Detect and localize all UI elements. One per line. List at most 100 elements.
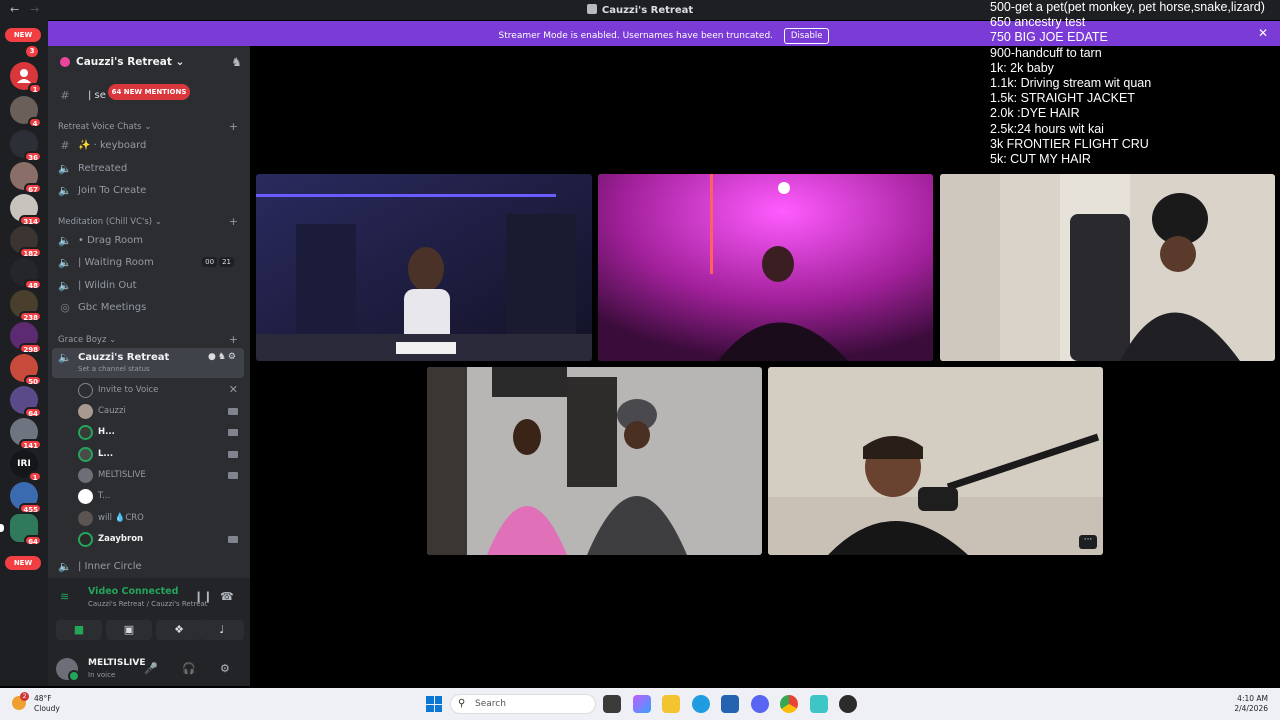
voice-member[interactable]: L... xyxy=(76,445,246,465)
new-mentions-pill[interactable]: 64 NEW MENTIONS xyxy=(108,84,190,100)
server-rail: NEW 1 3 4 36 67 314 182 48 238 298 50 64… xyxy=(0,20,48,686)
windows-start-icon[interactable] xyxy=(426,696,442,712)
microphone-icon[interactable]: 🎤 xyxy=(144,662,158,675)
channel-actions-icons[interactable]: ●♞⚙ xyxy=(208,352,238,362)
noise-suppression-icon[interactable]: ❙❙ xyxy=(194,590,212,603)
video-feed-image xyxy=(598,174,933,361)
username[interactable]: MELTISLIVE xyxy=(88,658,146,668)
channel-status[interactable]: Set a channel status xyxy=(78,365,150,373)
channel-label: Cauzzi's Retreat xyxy=(78,352,170,363)
invite-people-icon[interactable]: ♞ xyxy=(231,55,242,69)
speaker-icon: 🔈 xyxy=(58,279,72,292)
server-avatar-current[interactable]: 64 xyxy=(10,514,42,546)
video-tile[interactable] xyxy=(940,174,1275,361)
video-tile[interactable] xyxy=(598,174,933,361)
store-icon[interactable] xyxy=(721,695,739,713)
server-avatar[interactable]: 48 xyxy=(10,258,42,290)
activities-button[interactable]: ❖ xyxy=(156,620,202,640)
voice-member[interactable]: T... xyxy=(76,487,246,507)
voice-member[interactable]: Zaaybron xyxy=(76,530,246,550)
voice-member[interactable]: Cauzzi xyxy=(76,402,246,422)
camera-icon xyxy=(228,451,238,458)
soundboard-button[interactable]: ♩ xyxy=(200,620,244,640)
category-grace-boyz[interactable]: Grace Boyz ⌄ xyxy=(58,335,116,345)
weather-temp[interactable]: 48°F xyxy=(34,694,52,703)
server-avatar[interactable]: 455 xyxy=(10,482,42,514)
app-icon[interactable] xyxy=(810,695,828,713)
server-badge: 1 xyxy=(28,471,42,482)
goal-line: 2.0k :DYE HAIR xyxy=(990,106,1080,121)
server-avatar[interactable]: 64 xyxy=(10,386,42,418)
server-avatar[interactable]: 50 xyxy=(10,354,42,386)
close-icon[interactable]: ✕ xyxy=(229,383,238,396)
video-tile[interactable] xyxy=(427,367,762,555)
add-channel-icon[interactable]: + xyxy=(229,215,238,228)
add-channel-icon[interactable]: + xyxy=(229,120,238,133)
taskbar-clock[interactable]: 4:10 AM 2/4/2026 xyxy=(1234,694,1268,714)
channel-inner-circle[interactable]: 🔈 | Inner Circle xyxy=(52,557,244,577)
server-badge: 314 xyxy=(19,215,42,226)
gear-icon[interactable]: ⚙ xyxy=(220,662,230,675)
add-channel-icon[interactable]: + xyxy=(229,333,238,346)
channel-drag-room[interactable]: 🔈 • Drag Room xyxy=(52,231,244,251)
invite-to-voice[interactable]: Invite to Voice ✕ xyxy=(76,381,246,401)
voice-member[interactable]: will 💧CRO xyxy=(76,509,246,529)
channel-cauzzi-retreat[interactable]: 🔈 Cauzzi's Retreat Set a channel status ●… xyxy=(52,348,244,378)
channel-waiting-room[interactable]: 🔈 | Waiting Room 00 21 xyxy=(52,253,244,273)
channel-wildin-out[interactable]: 🔈 | Wildin Out xyxy=(52,276,244,296)
voice-location[interactable]: Cauzzi's Retreat / Cauzzi's Retreat xyxy=(88,600,208,608)
edge-icon[interactable] xyxy=(692,695,710,713)
server-avatar[interactable]: 141 xyxy=(10,418,42,450)
category-meditation[interactable]: Meditation (Chill VC's) ⌄ xyxy=(58,217,162,227)
category-retreat-voice[interactable]: Retreat Voice Chats ⌄ xyxy=(58,122,151,132)
server-avatar-iri[interactable]: IRI 1 xyxy=(10,450,42,482)
voice-status[interactable]: Video Connected xyxy=(88,586,178,597)
weather-condition[interactable]: Cloudy xyxy=(34,704,60,713)
server-avatar[interactable]: 238 xyxy=(10,290,42,322)
task-view-icon[interactable] xyxy=(603,695,621,713)
server-avatar[interactable]: 182 xyxy=(10,226,42,258)
channel-label: | Inner Circle xyxy=(78,561,142,572)
server-avatar[interactable]: 36 xyxy=(10,130,42,162)
server-avatar[interactable]: 314 xyxy=(10,194,42,226)
channel-keyboard[interactable]: # ✨ · keyboard xyxy=(52,136,244,156)
channel-gbc-meetings[interactable]: ◎ Gbc Meetings xyxy=(52,298,244,318)
channel-label: Gbc Meetings xyxy=(78,302,147,313)
avatar[interactable] xyxy=(56,658,80,682)
obs-icon[interactable] xyxy=(839,695,857,713)
disable-button[interactable]: Disable xyxy=(783,28,830,44)
channel-retreated[interactable]: 🔈 Retreated xyxy=(52,159,244,179)
server-header[interactable]: Cauzzi's Retreat ⌄ ♞ xyxy=(48,46,250,78)
screen-share-button[interactable]: ▣ xyxy=(106,620,152,640)
chrome-icon[interactable] xyxy=(780,695,798,713)
member-name: Invite to Voice xyxy=(98,385,159,395)
discord-icon[interactable] xyxy=(751,695,769,713)
signal-icon[interactable]: ≋ xyxy=(60,590,69,603)
file-explorer-icon[interactable] xyxy=(662,695,680,713)
avatar xyxy=(78,447,93,462)
invite-icon xyxy=(78,383,93,398)
camera-toggle-button[interactable]: ■ xyxy=(56,620,102,640)
disconnect-icon[interactable]: ☎ xyxy=(220,590,234,603)
headphones-icon[interactable]: 🎧 xyxy=(182,662,196,675)
voice-member[interactable]: MELTISLIVE xyxy=(76,466,246,486)
discord-window: ← → Cauzzi's Retreat NEW 1 3 4 36 67 314… xyxy=(0,0,1280,720)
new-servers-badge[interactable]: NEW xyxy=(5,28,41,42)
server-avatar[interactable]: 298 xyxy=(10,322,42,354)
server-badge: 36 xyxy=(24,151,42,162)
server-avatar[interactable]: 4 xyxy=(10,96,42,128)
server-badge: 50 xyxy=(24,375,42,386)
video-tile[interactable] xyxy=(256,174,592,361)
new-servers-badge[interactable]: NEW xyxy=(5,556,41,570)
server-avatar[interactable]: 67 xyxy=(10,162,42,194)
voice-member[interactable]: H... xyxy=(76,423,246,443)
channel-join-to-create[interactable]: 🔈 Join To Create xyxy=(52,181,244,201)
goal-line: 1.1k: Driving stream wit quan xyxy=(990,76,1152,91)
taskbar-search[interactable]: ⚲ Search xyxy=(450,694,596,714)
video-tile[interactable]: ··· xyxy=(768,367,1103,555)
server-name[interactable]: Cauzzi's Retreat ⌄ xyxy=(76,56,184,68)
avatar xyxy=(78,468,93,483)
copilot-icon[interactable] xyxy=(633,695,651,713)
direct-messages-icon[interactable]: 1 xyxy=(10,62,42,94)
more-options-icon[interactable]: ··· xyxy=(1079,535,1097,549)
